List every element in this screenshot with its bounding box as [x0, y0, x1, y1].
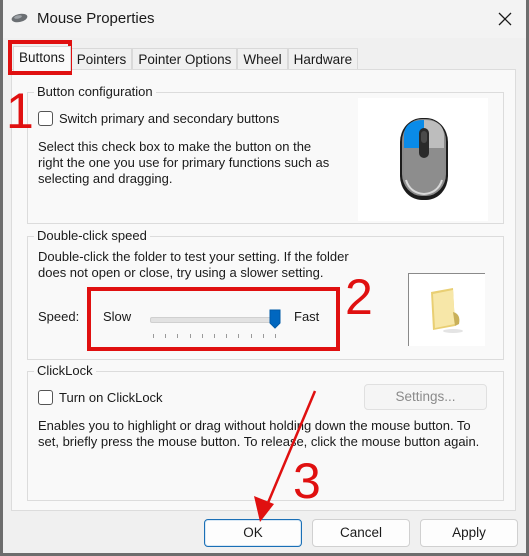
mouse-properties-window: Mouse Properties Buttons Pointers Pointe… [3, 0, 526, 553]
annotation-arrow [254, 390, 317, 522]
tab-buttons[interactable]: Buttons [13, 46, 71, 71]
